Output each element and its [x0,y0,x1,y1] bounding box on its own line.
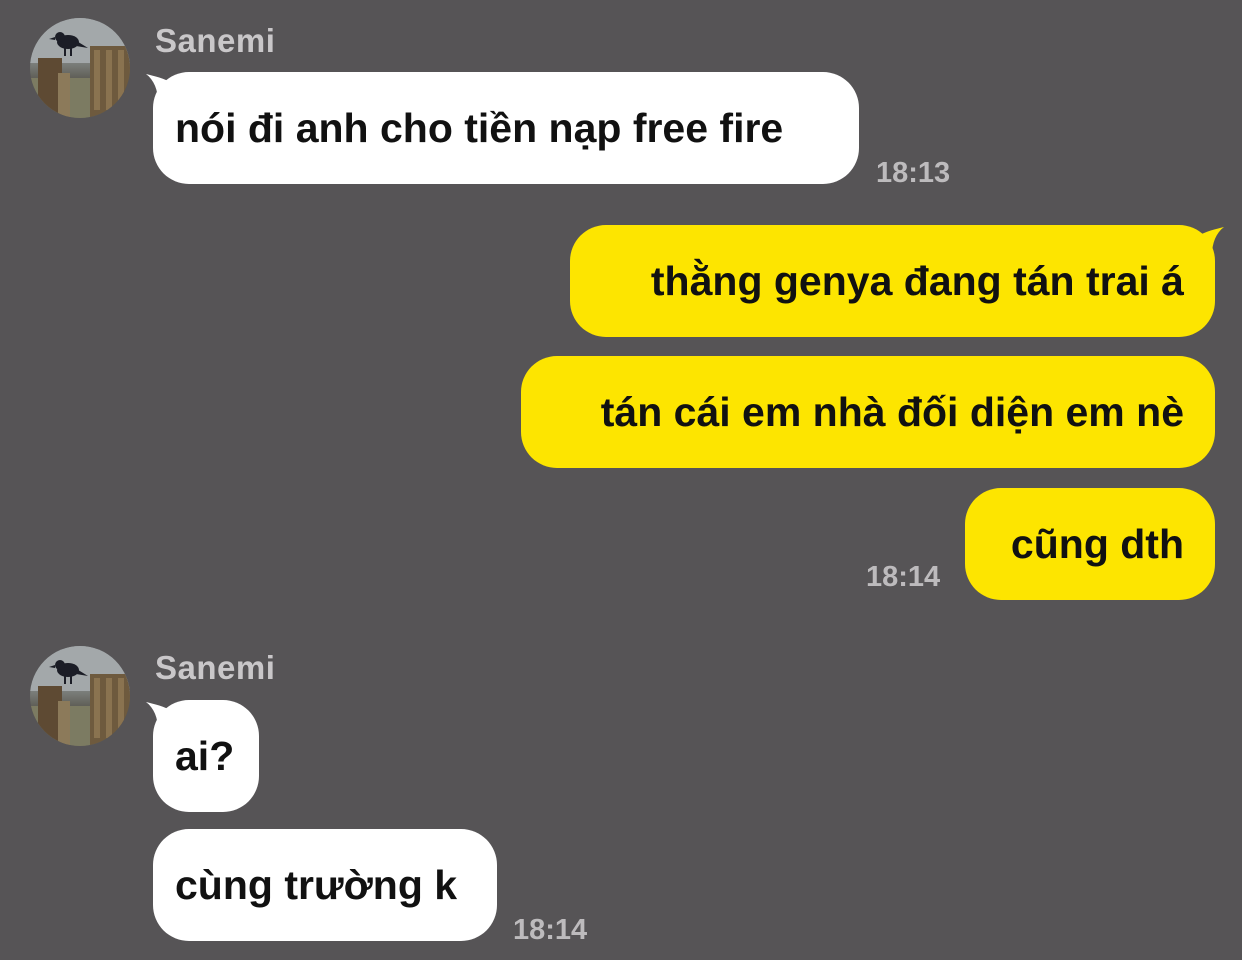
incoming-message[interactable]: nói đi anh cho tiền nạp free fire [153,72,859,184]
sender-name: Sanemi [155,649,276,686]
crow-on-fence-avatar-icon [30,18,130,118]
sender-avatar[interactable] [30,18,130,118]
outgoing-message[interactable]: cũng dth [965,488,1215,600]
crow-on-fence-avatar-icon [30,646,130,746]
sender-name: Sanemi [155,22,276,59]
incoming-message[interactable]: cùng trường k [153,829,497,941]
message-timestamp: 18:14 [513,914,588,946]
outgoing-message[interactable]: thằng genya đang tán trai á [570,225,1215,337]
sender-avatar[interactable] [30,646,130,746]
message-timestamp: 18:13 [876,157,951,189]
incoming-message[interactable]: ai? [153,700,259,812]
outgoing-message[interactable]: tán cái em nhà đối diện em nè [521,356,1215,468]
message-timestamp: 18:14 [866,561,941,593]
